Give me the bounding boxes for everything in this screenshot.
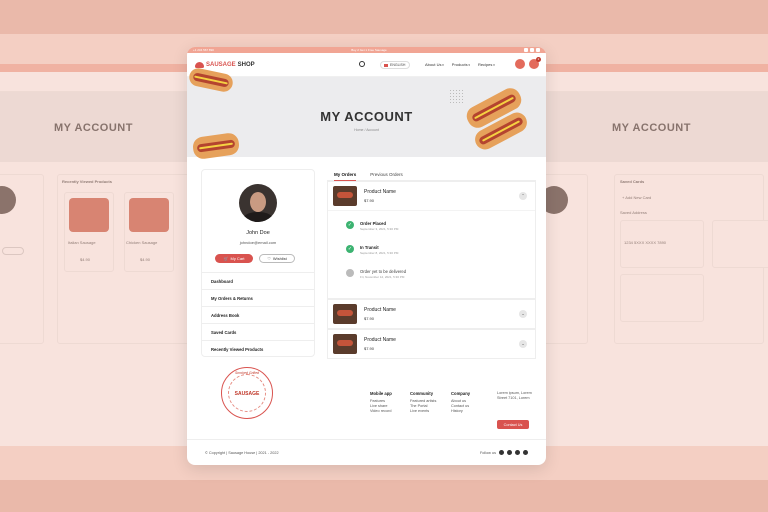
check-icon: ✓ (346, 245, 354, 253)
ghost-recent-title: Recently Viewed Products (62, 179, 112, 184)
account-menu: Dashboard My Orders & Returns Address Bo… (202, 272, 314, 357)
nav-recipes[interactable]: Recipes (478, 62, 495, 67)
heart-icon: ♡ (267, 256, 271, 261)
youtube-icon[interactable] (523, 450, 528, 455)
profile-email: johndoe@email.com (239, 240, 277, 245)
product-price: $7.90 (364, 316, 375, 321)
order-item: Product Name $7.90 ⌄ (327, 329, 536, 359)
orders-panel: My Orders Previous Orders Product Name $… (327, 169, 536, 359)
my-cart-button[interactable]: 🛒 My Cart (215, 254, 253, 263)
product-price: $7.90 (364, 346, 375, 351)
ghost-saved-cards-title: Saved Cards (620, 179, 645, 184)
profile-card: John Doe johndoe@email.com 🛒 My Cart ♡ W… (201, 169, 315, 357)
order-timeline: ✓ Order Placed September 3, 2021, 5:30 PM… (328, 210, 535, 298)
menu-item-orders-returns[interactable]: My Orders & Returns (202, 289, 314, 306)
copyright: © Copyright | Sausage House | 2021 - 202… (205, 450, 279, 455)
profile-name: John Doe (246, 230, 270, 236)
pending-icon (346, 269, 354, 277)
order-item: Product Name $7.90 ⌃ ✓ Order Placed Septe… (327, 181, 536, 299)
timeline-step: ✓ In Transit September 8, 2021, 5:30 PM (346, 245, 399, 255)
ghost-page-left: MY ACCOUNT Recently Viewed Products Ital… (0, 64, 200, 446)
product-name: Product Name (364, 307, 396, 313)
menu-item-address-book[interactable]: Address Book (202, 306, 314, 323)
product-thumbnail (333, 186, 357, 206)
ghost-page-right: MY ACCOUNT Saved Cards + Add New Card Sa… (546, 64, 768, 446)
twitter-icon[interactable] (507, 450, 512, 455)
logo[interactable]: SAUSAGE SHOP (195, 61, 255, 68)
footer-address: Lorem ipsum, Lorem Street 7101, Lorem (497, 391, 532, 400)
footer-column-company: Company About us Contact us History (451, 391, 471, 414)
language-selector[interactable]: ENGLISH (380, 61, 410, 69)
order-item: Product Name $7.90 ⌄ (327, 299, 536, 329)
orders-tabs: My Orders Previous Orders (327, 169, 536, 181)
brand-stamp-logo: Smoked Grilled SAUSAGE (221, 367, 273, 419)
facebook-icon[interactable] (499, 450, 504, 455)
tab-previous-orders[interactable]: Previous Orders (370, 169, 403, 181)
product-price: $7.90 (364, 198, 375, 203)
timeline-step: Order yet to be delivered Fri, November 1… (346, 269, 406, 279)
background-band (0, 0, 768, 34)
timeline-step: ✓ Order Placed September 3, 2021, 5:30 PM (346, 221, 399, 231)
cart-count-badge: 2 (536, 57, 541, 62)
hotdog-image (191, 131, 241, 161)
ghost-hero-title: MY ACCOUNT (612, 122, 691, 134)
tab-my-orders[interactable]: My Orders (334, 169, 357, 181)
page-hero: MY ACCOUNT Home / Account (187, 66, 546, 161)
follow-us: Follow us (480, 450, 528, 455)
cart-icon: 🛒 (223, 256, 229, 261)
instagram-icon[interactable] (515, 450, 520, 455)
footer-column-mobile-app: Mobile app Features Live share Video rec… (370, 391, 392, 414)
wishlist-button[interactable]: ♡ Wishlist (259, 254, 295, 263)
product-thumbnail (333, 304, 357, 324)
footer-bottom-bar: © Copyright | Sausage House | 2021 - 202… (187, 439, 546, 465)
user-icon[interactable] (515, 59, 525, 69)
announcement-text: Buy 2 Get 1 Free Sausage (351, 48, 387, 52)
search-icon[interactable] (359, 61, 365, 67)
menu-item-dashboard[interactable]: Dashboard (202, 272, 314, 289)
contact-us-button[interactable]: Contact Us (497, 420, 529, 429)
saved-card (620, 274, 704, 322)
site-header: SAUSAGE SHOP ENGLISH About Us Products R… (187, 53, 546, 77)
product-name: Product Name (364, 189, 396, 195)
footer-column-community: Community Featured artists The Portal Li… (410, 391, 437, 414)
ghost-hero-title: MY ACCOUNT (54, 122, 133, 134)
avatar (239, 184, 277, 222)
social-icons (524, 48, 540, 52)
nav-products[interactable]: Products (452, 62, 470, 67)
check-icon: ✓ (346, 221, 354, 229)
product-thumbnail (333, 334, 357, 354)
saved-card (712, 220, 768, 268)
chevron-down-icon[interactable]: ⌄ (519, 310, 527, 318)
phone-number: +1 234 567 890 (193, 48, 214, 52)
product-name: Product Name (364, 337, 396, 343)
account-content: John Doe johndoe@email.com 🛒 My Cart ♡ W… (187, 157, 546, 387)
main-nav: About Us Products Recipes (425, 62, 495, 67)
nav-about-us[interactable]: About Us (425, 62, 444, 67)
logo-icon (195, 61, 204, 68)
chevron-down-icon[interactable]: ⌄ (519, 340, 527, 348)
flag-icon (384, 63, 388, 67)
account-page-window: +1 234 567 890 Buy 2 Get 1 Free Sausage … (187, 47, 546, 465)
chevron-up-icon[interactable]: ⌃ (519, 192, 527, 200)
site-footer: Smoked Grilled SAUSAGE Mobile app Featur… (187, 357, 546, 437)
background-band (0, 480, 768, 512)
menu-item-recently-viewed[interactable]: Recently Viewed Products (202, 340, 314, 357)
menu-item-saved-cards[interactable]: Saved Cards (202, 323, 314, 340)
